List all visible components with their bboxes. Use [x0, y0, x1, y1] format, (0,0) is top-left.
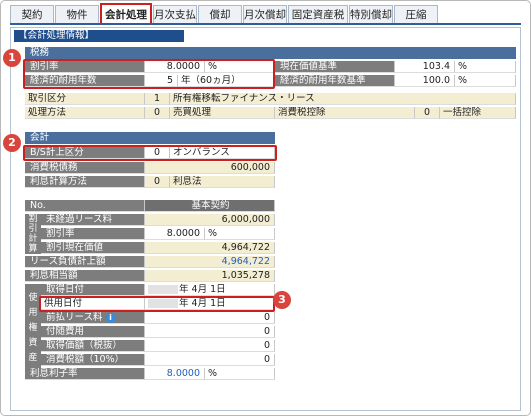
lease-liability-label: リース負債計上額 — [25, 256, 145, 268]
acquisition-cost-input[interactable]: 0 — [145, 340, 275, 352]
callout-badge-2: 2 — [3, 134, 21, 152]
useful-life-std-unit: % — [455, 75, 516, 87]
useful-life-std-value: 100.0 — [395, 75, 455, 87]
prepaid-lease-input[interactable]: 0 — [145, 312, 275, 324]
tab-monthly-payment[interactable]: 月次支払 — [153, 5, 197, 23]
method-value: 売買処理 — [170, 107, 275, 119]
tab-property[interactable]: 物件 — [55, 5, 99, 23]
method-label: 処理方法 — [25, 107, 145, 119]
interest-rate-label: 利息利子率 — [25, 368, 145, 380]
tab-contract[interactable]: 契約 — [10, 5, 54, 23]
consumption-tax-value: 600,000 — [145, 162, 275, 174]
callout-badge-1: 1 — [3, 49, 21, 67]
unpaid-lease-label: 未経過リース料 — [41, 214, 145, 226]
consumption-tax-label: 消費税債務 — [25, 162, 145, 174]
tab-bar: 契約 物件 会計処理 月次支払 償却 月次償却 固定資産税 特別償却 圧縮 — [10, 3, 439, 23]
trade-class-value: 所有権移転ファイナンス・リース — [170, 93, 516, 105]
table-discount-rate-unit: % — [205, 228, 275, 240]
tab-accounting[interactable]: 会計処理 — [100, 3, 152, 23]
tax-deduct-label: 消費税控除 — [275, 107, 415, 119]
acquire-date-field[interactable]: 年 4月 1日 — [145, 284, 275, 296]
redacted-year — [148, 285, 178, 294]
method-code[interactable]: 0 — [145, 107, 170, 119]
accounting-header: 会計 — [25, 132, 275, 144]
table-discount-rate-input[interactable]: 8.0000 — [145, 228, 205, 240]
tab-fixed-asset-tax[interactable]: 固定資産税 — [288, 5, 348, 23]
basic-contract-header: 基本契約 — [145, 200, 275, 212]
tab-monthly-depreciation[interactable]: 月次償却 — [243, 5, 287, 23]
lease-liability-value[interactable]: 4,964,722 — [145, 256, 275, 268]
trade-class-label: 取引区分 — [25, 93, 145, 105]
useful-life-std-label: 経済的耐用年数基準 — [275, 75, 395, 87]
consumption-tax-amount-label: 消費税額（10%） — [41, 354, 145, 366]
prepaid-lease-label: 前払リース料 i — [41, 312, 145, 324]
info-icon[interactable]: i — [105, 312, 116, 323]
interest-method-code[interactable]: 0 — [145, 176, 170, 188]
callout-badge-3: 3 — [273, 291, 291, 309]
acquire-date-label: 取得日付 — [41, 284, 145, 296]
section-title: 【会計処理情報】 — [14, 30, 184, 42]
tab-depreciation[interactable]: 償却 — [198, 5, 242, 23]
interest-rate-value[interactable]: 8.0000 — [145, 368, 205, 380]
no-column-header: No. — [25, 200, 145, 212]
pv-value: 4,964,722 — [145, 242, 275, 254]
discount-calc-side-label: 割 引 計 算 — [25, 214, 41, 254]
acquisition-cost-label: 取得価額（税抜） — [41, 340, 145, 352]
tax-deduct-value: 一括控除 — [440, 107, 516, 119]
pv-standard-unit: % — [455, 61, 516, 73]
tax-header: 税務 — [25, 47, 516, 59]
consumption-tax-amount-input[interactable]: 0 — [145, 354, 275, 366]
pv-label: 割引現在価値 — [41, 242, 145, 254]
interest-method-label: 利息計算方法 — [25, 176, 145, 188]
trade-class-code[interactable]: 1 — [145, 93, 170, 105]
pv-standard-value: 103.4 — [395, 61, 455, 73]
pv-standard-label: 現在価値基準 — [275, 61, 395, 73]
tab-special-depreciation[interactable]: 特別償却 — [349, 5, 393, 23]
highlight-box-3 — [39, 296, 275, 312]
interest-equivalent-label: 利息相当額 — [25, 270, 145, 282]
tab-compression[interactable]: 圧縮 — [394, 5, 438, 23]
tax-deduct-code[interactable]: 0 — [415, 107, 440, 119]
unpaid-lease-value: 6,000,000 — [145, 214, 275, 226]
incidental-cost-label: 付随費用 — [41, 326, 145, 338]
highlight-box-1 — [23, 59, 275, 89]
interest-method-value: 利息法 — [170, 176, 275, 188]
acquire-date-value: 年 4月 1日 — [179, 284, 226, 295]
tab-underline — [10, 23, 521, 25]
interest-equivalent-value: 1,035,278 — [145, 270, 275, 282]
incidental-cost-input[interactable]: 0 — [145, 326, 275, 338]
table-discount-rate-label: 割引率 — [41, 228, 145, 240]
interest-rate-unit: % — [205, 368, 275, 380]
highlight-box-2 — [23, 145, 277, 161]
